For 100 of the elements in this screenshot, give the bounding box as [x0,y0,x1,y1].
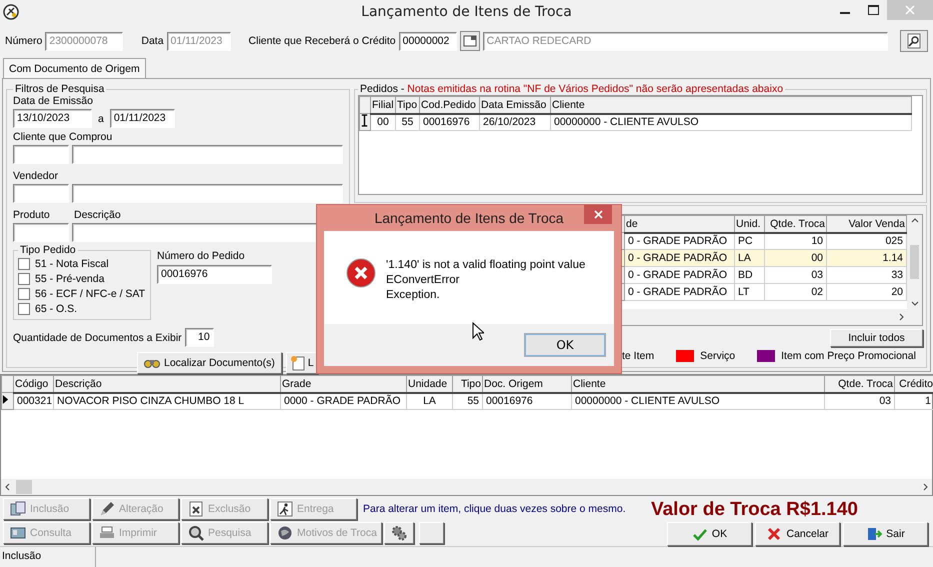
checkbox-label: 51 - Nota Fiscal [35,258,109,270]
input-field[interactable]: 01/11/2023 [110,109,175,128]
table-cell: 0 - GRADE PADRÃO [624,266,734,284]
note-icon [290,355,306,371]
input-field[interactable]: 00016976 [157,265,272,284]
id-card-icon [10,525,26,541]
table-cell: 20 [826,284,906,300]
input-field[interactable] [72,145,343,164]
column-header[interactable]: Qtde. Troca [824,376,894,392]
printer-icon [99,525,115,541]
legend-label: Item com Preço Promocional [781,350,916,362]
error-icon [346,258,376,288]
close-button[interactable] [584,205,612,224]
ok-button[interactable]: OK [524,333,606,357]
table-cell: 03 [764,266,826,284]
column-header[interactable]: Doc. Origem [482,376,572,392]
action-button[interactable]: Localizar Documento(s) [137,352,282,374]
table-cell: 33 [826,266,906,284]
checkbox[interactable] [18,302,30,314]
field-label: Quantidade de Documentos a Exibir [13,332,182,344]
column-header[interactable]: Cod.Pedido [420,96,480,114]
checkbox[interactable] [18,258,30,270]
table-cell: LA [734,250,764,266]
table-cell: 00 [370,114,396,130]
column-header[interactable]: Qtde. Troca [764,216,826,232]
empty-button[interactable] [419,522,444,544]
pencil-icon [99,501,115,517]
scroll-thumb[interactable] [910,245,919,280]
card-icon [462,34,477,48]
exit-button[interactable]: Sair [843,522,928,546]
error-message: '1.140' is not a valid floating point value [386,258,586,273]
field-label: Número do Pedido [157,250,246,262]
column-header[interactable]: Crédito [894,376,933,392]
table-cell: 00 [764,250,826,266]
column-header[interactable]: Cliente [550,96,912,114]
table-cell: 00016976 [482,392,572,410]
cancel-button[interactable]: Cancelar [755,522,840,546]
close-icon [594,210,602,219]
input-field[interactable]: 00000002 [398,32,457,50]
column-header[interactable]: de [624,216,734,232]
field-label: Número [5,35,42,47]
table-cell: 26/10/2023 [480,114,550,130]
field-label: Produto [13,209,51,221]
scroll-thumb[interactable] [16,480,32,494]
table-cell: BD [734,266,764,284]
input-field[interactable] [13,145,69,164]
column-header[interactable]: Valor Venda [826,216,906,232]
column-header[interactable]: Código [14,376,54,392]
column-header[interactable]: Descrição [54,376,280,392]
checkbox-label: 56 - ECF / NFC-e / SAT [35,288,146,300]
column-header[interactable]: Tipo [396,96,420,114]
scrollbar[interactable] [907,215,922,310]
group-title: Pedidos - [360,83,404,95]
ok-button[interactable]: OK [667,522,752,546]
table-cell: 0 - GRADE PADRÃO [624,284,734,300]
input-field[interactable] [13,184,69,203]
lookup-button[interactable] [460,31,480,51]
tab[interactable]: Com Documento de Origem [3,58,146,78]
column-header[interactable]: Cliente [572,376,824,392]
minimize-icon [840,12,850,14]
gears-icon [391,525,407,541]
checkbox-label: 55 - Pré-venda [35,272,104,284]
group-title: Filtros de Pesquisa [14,83,106,95]
window-title: Lançamento de Itens de Troca [360,4,573,20]
table-cell: 0000 - GRADE PADRÃO [280,392,406,410]
input-field[interactable]: 13/10/2023 [13,109,92,128]
globe-icon [277,525,293,541]
maximize-icon [868,5,878,15]
input-field[interactable] [72,184,343,203]
column-header[interactable]: Unid. [734,216,764,232]
dialog-title: Lançamento de Itens de Troca [374,210,564,226]
settings-button[interactable] [384,522,414,544]
door-icon [866,526,882,542]
field-label: Data de Emissão [13,95,94,107]
field-label: Descrição [74,209,121,221]
table-cell: LA [406,392,452,410]
hint-text: Para alterar um item, clique duas vezes sobre o mesmo. [362,503,626,515]
include-all-button[interactable]: Incluir todos [830,329,923,347]
field-label: Data [141,35,164,47]
column-header[interactable]: Unidade [406,376,452,392]
input-field[interactable]: 10 [184,328,214,347]
column-header[interactable]: Grade [280,376,406,392]
table-cell: 00000000 - CLIENTE AVULSO [550,114,912,130]
table-cell: LT [734,284,764,300]
column-header[interactable]: Tipo [452,376,482,392]
input-field[interactable] [13,223,69,242]
table-cell: NOVACOR PISO CINZA CHUMBO 18 L [54,392,280,410]
action-button[interactable]: L [286,352,318,374]
close-icon [905,5,915,15]
exchange-total: Valor de Troca R$1.140 [650,498,858,522]
group-title: Tipo Pedido [19,244,77,256]
checkbox[interactable] [18,288,30,300]
document-x-icon [188,501,204,517]
table-cell: 00016976 [420,114,480,130]
legend-label: Serviço [700,350,736,362]
checkbox[interactable] [18,272,30,284]
column-header[interactable]: Data Emissão [480,96,550,114]
column-header[interactable]: Filial [370,96,396,114]
search-button[interactable] [900,30,928,52]
field-label: Cliente que Comprou [13,131,114,143]
